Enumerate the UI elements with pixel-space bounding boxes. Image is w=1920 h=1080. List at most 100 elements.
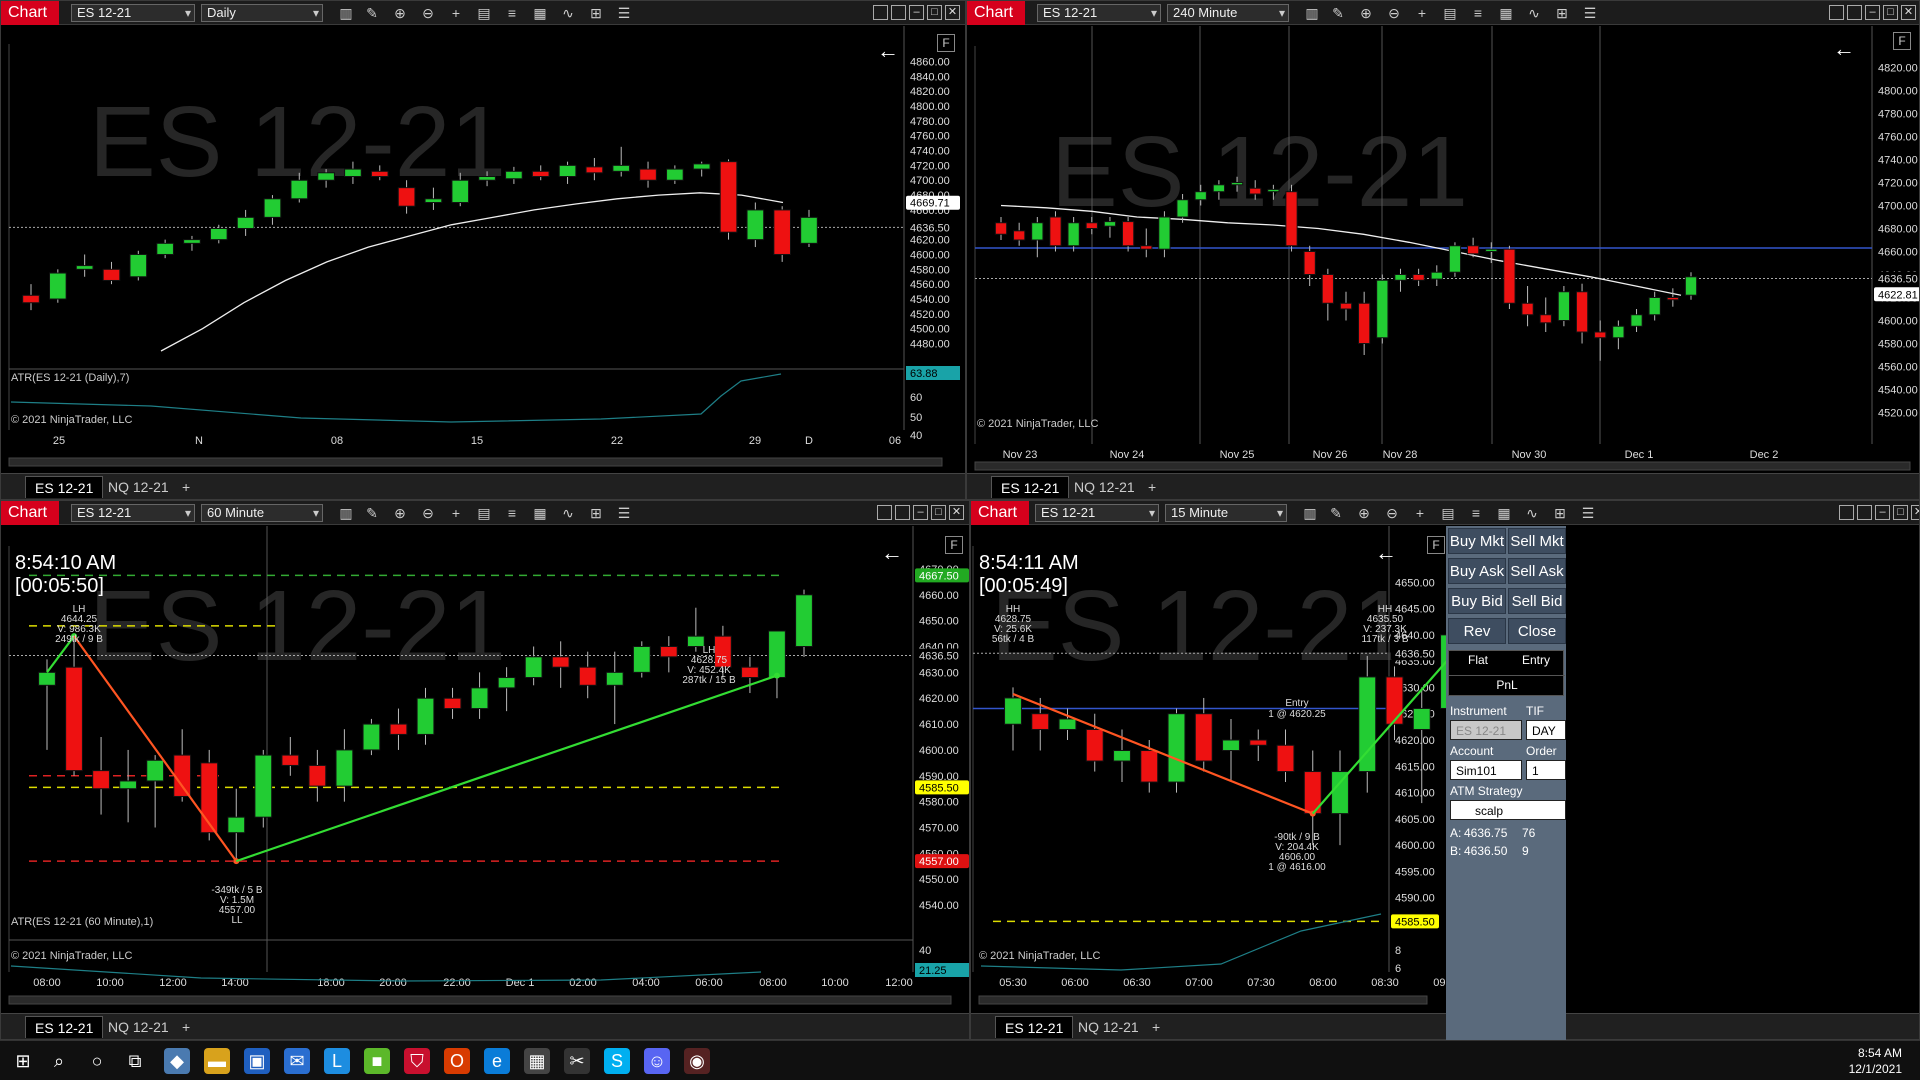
sell-market-button[interactable]: Sell Mkt bbox=[1508, 528, 1566, 554]
instrument-selector[interactable]: ES 12-21 bbox=[71, 504, 195, 522]
minimize-icon[interactable]: – bbox=[1875, 505, 1890, 520]
tab-es[interactable]: ES 12-21 bbox=[995, 1016, 1074, 1038]
draw-pencil-icon[interactable]: ✎ bbox=[363, 504, 381, 522]
data-box-icon[interactable]: ▦ bbox=[1495, 504, 1513, 522]
add-tab-button[interactable]: + bbox=[173, 476, 199, 498]
tab-nq[interactable]: NQ 12-21 bbox=[99, 1016, 178, 1038]
chart-trader-icon[interactable]: ⊞ bbox=[1553, 4, 1571, 22]
zoom-in-icon[interactable]: ⊕ bbox=[1357, 4, 1375, 22]
close-position-button[interactable]: Close bbox=[1508, 618, 1566, 644]
strategy-icon[interactable]: ≡ bbox=[503, 504, 521, 522]
indicator-icon[interactable]: ∿ bbox=[559, 4, 577, 22]
crosshair-icon[interactable]: + bbox=[447, 4, 465, 22]
chart-canvas[interactable]: ES 12-21 4860.00 4840.00 4820.00 4800.00 4780… bbox=[1, 26, 965, 474]
f-button[interactable]: F bbox=[1427, 536, 1445, 554]
tab-nq[interactable]: NQ 12-21 bbox=[1069, 1016, 1148, 1038]
sell-ask-button[interactable]: Sell Ask bbox=[1508, 558, 1566, 584]
bar-type-icon[interactable]: ▥ bbox=[337, 504, 355, 522]
green-app-icon[interactable]: ■ bbox=[364, 1048, 390, 1074]
interval-selector[interactable]: 15 Minute bbox=[1165, 504, 1287, 522]
buy-ask-button[interactable]: Buy Ask bbox=[1448, 558, 1506, 584]
shield-icon[interactable]: ⛉ bbox=[404, 1048, 430, 1074]
interval-selector[interactable]: Daily bbox=[201, 4, 323, 22]
draw-pencil-icon[interactable]: ✎ bbox=[1327, 504, 1345, 522]
app-icon[interactable]: ◉ bbox=[684, 1048, 710, 1074]
close-icon[interactable]: ✕ bbox=[945, 5, 960, 20]
crosshair-icon[interactable]: + bbox=[447, 504, 465, 522]
strategy-icon[interactable]: ≡ bbox=[503, 4, 521, 22]
maximize-icon[interactable]: □ bbox=[1883, 5, 1898, 20]
add-tab-button[interactable]: + bbox=[1143, 1016, 1169, 1038]
account-select[interactable]: Sim101 bbox=[1450, 760, 1522, 780]
tab-es[interactable]: ES 12-21 bbox=[991, 476, 1070, 498]
zoom-out-icon[interactable]: ⊖ bbox=[419, 504, 437, 522]
add-tab-button[interactable]: + bbox=[173, 1016, 199, 1038]
properties-icon[interactable]: ▤ bbox=[1441, 4, 1459, 22]
tab-es[interactable]: ES 12-21 bbox=[25, 476, 104, 498]
chart-menu-button[interactable]: Chart bbox=[971, 501, 1029, 525]
zoom-in-icon[interactable]: ⊕ bbox=[1355, 504, 1373, 522]
restore-icon[interactable] bbox=[1847, 5, 1862, 20]
task-view-icon[interactable]: ⧉ bbox=[122, 1048, 148, 1074]
instrument-selector[interactable]: ES 12-21 bbox=[1037, 4, 1161, 22]
calculator-icon[interactable]: ▦ bbox=[524, 1048, 550, 1074]
properties-icon[interactable]: ▤ bbox=[475, 4, 493, 22]
indicator-icon[interactable]: ∿ bbox=[559, 504, 577, 522]
restore-icon[interactable] bbox=[1857, 505, 1872, 520]
tab-es[interactable]: ES 12-21 bbox=[25, 1016, 104, 1038]
indicator-icon[interactable]: ∿ bbox=[1523, 504, 1541, 522]
start-icon[interactable]: ⊞ bbox=[10, 1048, 36, 1074]
crosshair-icon[interactable]: + bbox=[1411, 504, 1429, 522]
chart-canvas[interactable]: ES 12-214670.004660.004650.004640.004630… bbox=[1, 526, 969, 1014]
strategy-icon[interactable]: ≡ bbox=[1469, 4, 1487, 22]
back-arrow-icon[interactable]: ← bbox=[877, 38, 899, 64]
instrument-select[interactable]: ES 12-21 bbox=[1450, 720, 1522, 740]
chart-menu-button[interactable]: Chart bbox=[1, 1, 59, 25]
add-tab-button[interactable]: + bbox=[1139, 476, 1165, 498]
instrument-selector[interactable]: ES 12-21 bbox=[1035, 504, 1159, 522]
strategy-icon[interactable]: ≡ bbox=[1467, 504, 1485, 522]
interval-selector[interactable]: 240 Minute bbox=[1167, 4, 1289, 22]
restore-icon[interactable] bbox=[895, 505, 910, 520]
properties-icon[interactable]: ▤ bbox=[475, 504, 493, 522]
restore-icon[interactable] bbox=[891, 5, 906, 20]
data-box-icon[interactable]: ▦ bbox=[531, 4, 549, 22]
bar-type-icon[interactable]: ▥ bbox=[1303, 4, 1321, 22]
tile-icon[interactable] bbox=[873, 5, 888, 20]
chart-menu-button[interactable]: Chart bbox=[1, 501, 59, 525]
maximize-icon[interactable]: □ bbox=[1893, 505, 1908, 520]
buy-market-button[interactable]: Buy Mkt bbox=[1448, 528, 1506, 554]
edge-icon[interactable]: e bbox=[484, 1048, 510, 1074]
instrument-selector[interactable]: ES 12-21 bbox=[71, 4, 195, 22]
maximize-icon[interactable]: □ bbox=[927, 5, 942, 20]
list-icon[interactable]: ☰ bbox=[615, 504, 633, 522]
atm-strategy-select[interactable]: scalp bbox=[1450, 800, 1566, 820]
zoom-out-icon[interactable]: ⊖ bbox=[1383, 504, 1401, 522]
file-explorer-icon[interactable]: ▬ bbox=[204, 1048, 230, 1074]
search-icon[interactable]: ⌕ bbox=[46, 1048, 72, 1074]
mail-icon[interactable]: ✉ bbox=[284, 1048, 310, 1074]
indicator-icon[interactable]: ∿ bbox=[1525, 4, 1543, 22]
f-button[interactable]: F bbox=[937, 34, 955, 52]
close-icon[interactable]: ✕ bbox=[1911, 505, 1919, 520]
buy-bid-button[interactable]: Buy Bid bbox=[1448, 588, 1506, 614]
back-arrow-icon[interactable]: ← bbox=[881, 540, 903, 566]
l-app-icon[interactable]: L bbox=[324, 1048, 350, 1074]
reverse-button[interactable]: Rev bbox=[1448, 618, 1506, 644]
f-button[interactable]: F bbox=[1893, 32, 1911, 50]
back-arrow-icon[interactable]: ← bbox=[1833, 36, 1855, 62]
zoom-in-icon[interactable]: ⊕ bbox=[391, 504, 409, 522]
minimize-icon[interactable]: – bbox=[1865, 5, 1880, 20]
tray-time[interactable]: 8:54 AM bbox=[1858, 1046, 1902, 1060]
close-icon[interactable]: ✕ bbox=[1901, 5, 1916, 20]
maximize-icon[interactable]: □ bbox=[931, 505, 946, 520]
order-qty-stepper[interactable]: 1 bbox=[1526, 760, 1566, 780]
minimize-icon[interactable]: – bbox=[909, 5, 924, 20]
minimize-icon[interactable]: – bbox=[913, 505, 928, 520]
office-icon[interactable]: O bbox=[444, 1048, 470, 1074]
tile-icon[interactable] bbox=[1839, 505, 1854, 520]
data-box-icon[interactable]: ▦ bbox=[531, 504, 549, 522]
list-icon[interactable]: ☰ bbox=[615, 4, 633, 22]
tray-date[interactable]: 12/1/2021 bbox=[1849, 1062, 1902, 1076]
ninjatrader-icon[interactable]: ◆ bbox=[164, 1048, 190, 1074]
